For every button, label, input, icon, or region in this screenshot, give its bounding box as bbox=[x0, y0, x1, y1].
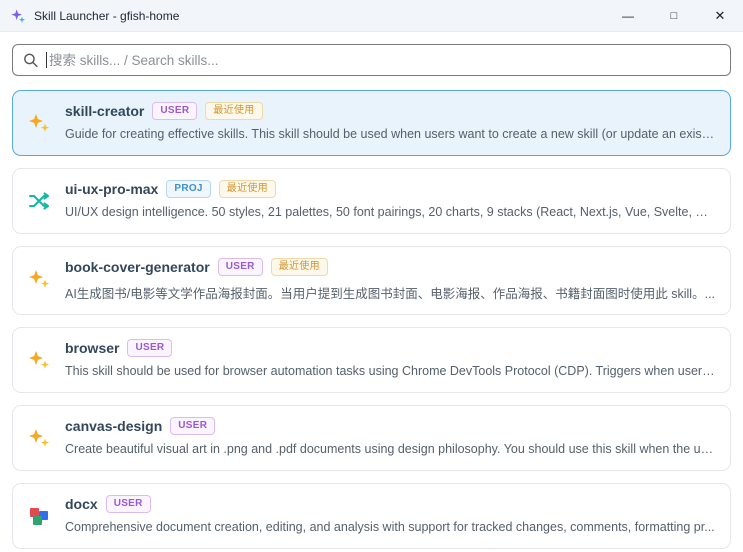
shuffle-icon bbox=[27, 189, 51, 213]
search-icon bbox=[22, 52, 39, 69]
maximize-button[interactable]: □ bbox=[651, 0, 697, 32]
skill-name: book-cover-generator bbox=[65, 259, 210, 275]
skill-list: skill-creator USER 最近使用 Guide for creati… bbox=[0, 90, 743, 552]
skill-description: Guide for creating effective skills. Thi… bbox=[65, 127, 716, 141]
sparkles-icon bbox=[27, 426, 51, 450]
docx-blocks-icon bbox=[27, 504, 51, 528]
skill-card-canvas-design[interactable]: canvas-design USER Create beautiful visu… bbox=[12, 405, 731, 471]
search-box bbox=[12, 44, 731, 76]
skill-card-docx[interactable]: docx USER Comprehensive document creatio… bbox=[12, 483, 731, 549]
text-caret bbox=[46, 52, 47, 68]
user-badge: USER bbox=[170, 417, 216, 435]
skill-description: AI生成图书/电影等文学作品海报封面。当用户提到生成图书封面、电影海报、作品海报… bbox=[65, 287, 716, 301]
user-badge: USER bbox=[152, 102, 198, 120]
sparkles-icon bbox=[27, 267, 51, 291]
skill-description: This skill should be used for browser au… bbox=[65, 364, 716, 378]
skill-card-ui-ux-pro-max[interactable]: ui-ux-pro-max PROJ 最近使用 UI/UX design int… bbox=[12, 168, 731, 234]
skill-card-skill-creator[interactable]: skill-creator USER 最近使用 Guide for creati… bbox=[12, 90, 731, 156]
proj-badge: PROJ bbox=[166, 180, 211, 198]
skill-name: browser bbox=[65, 340, 120, 356]
search-area bbox=[0, 32, 743, 90]
close-button[interactable]: ✕ bbox=[697, 0, 743, 32]
user-badge: USER bbox=[127, 339, 173, 357]
user-badge: USER bbox=[217, 258, 263, 276]
app-logo-icon bbox=[10, 8, 26, 24]
skill-description: Create beautiful visual art in .png and … bbox=[65, 442, 716, 456]
skill-card-browser[interactable]: browser USER This skill should be used f… bbox=[12, 327, 731, 393]
recently-used-badge: 最近使用 bbox=[270, 258, 328, 276]
minimize-button[interactable]: — bbox=[605, 0, 651, 32]
user-badge: USER bbox=[105, 495, 151, 513]
sparkles-icon bbox=[27, 111, 51, 135]
skill-name: skill-creator bbox=[65, 103, 145, 119]
skill-card-book-cover-generator[interactable]: book-cover-generator USER 最近使用 AI生成图书/电影… bbox=[12, 246, 731, 315]
skill-name: ui-ux-pro-max bbox=[65, 181, 159, 197]
title-bar: Skill Launcher - gfish-home — □ ✕ bbox=[0, 0, 743, 32]
skill-description: UI/UX design intelligence. 50 styles, 21… bbox=[65, 205, 716, 219]
skill-name: docx bbox=[65, 496, 98, 512]
search-input[interactable] bbox=[12, 44, 731, 76]
skill-description: Comprehensive document creation, editing… bbox=[65, 520, 715, 534]
recently-used-badge: 最近使用 bbox=[205, 102, 263, 120]
sparkles-icon bbox=[27, 348, 51, 372]
recently-used-badge: 最近使用 bbox=[218, 180, 276, 198]
skill-name: canvas-design bbox=[65, 418, 163, 434]
window-title: Skill Launcher - gfish-home bbox=[34, 8, 180, 23]
